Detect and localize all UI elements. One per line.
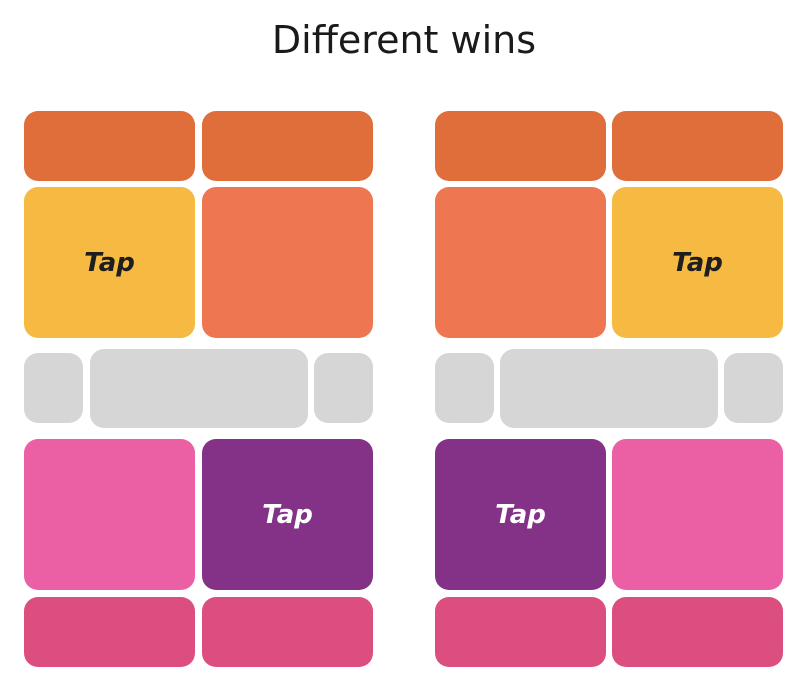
left-tap-tile-purple[interactable]: Tap: [202, 439, 373, 590]
left-bottom-bar-1: [24, 597, 195, 667]
left-bottom-bar-2: [202, 597, 373, 667]
tap-label: Tap: [672, 247, 723, 278]
left-top-bar-1: [24, 111, 195, 181]
tap-label: Tap: [495, 499, 546, 530]
right-gray-small-1: [435, 353, 494, 423]
left-gray-small-1: [24, 353, 83, 423]
right-gray-small-2: [724, 353, 783, 423]
right-top-bar-1: [435, 111, 606, 181]
diagram-title: Different wins: [271, 18, 537, 62]
right-tap-tile-purple[interactable]: Tap: [435, 439, 606, 590]
left-gray-small-2: [314, 353, 373, 423]
right-orange-tile: [435, 187, 606, 338]
right-bottom-bar-1: [435, 597, 606, 667]
right-top-bar-2: [612, 111, 783, 181]
left-pink-tile: [24, 439, 195, 590]
right-gray-wide: [500, 349, 718, 428]
left-top-bar-2: [202, 111, 373, 181]
left-gray-wide: [90, 349, 308, 428]
left-tap-tile-yellow[interactable]: Tap: [24, 187, 195, 338]
tap-label: Tap: [262, 499, 313, 530]
left-orange-tile: [202, 187, 373, 338]
right-tap-tile-yellow[interactable]: Tap: [612, 187, 783, 338]
tap-label: Tap: [84, 247, 135, 278]
right-pink-tile: [612, 439, 783, 590]
right-bottom-bar-2: [612, 597, 783, 667]
